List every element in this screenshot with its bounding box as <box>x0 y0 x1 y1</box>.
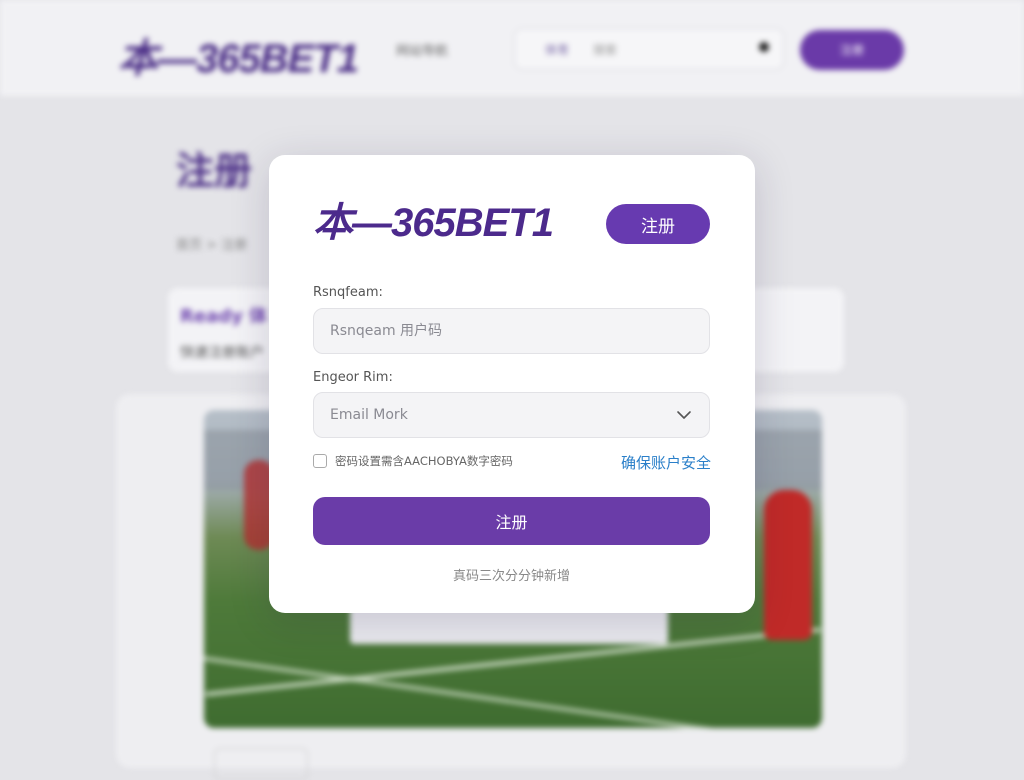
password-hint-row: 密码设置需含AACHOBYA数字密码 <box>313 453 513 469</box>
modal-register-tab-button[interactable]: 注册 <box>606 204 710 244</box>
background-card-title: Ready 体 <box>180 306 268 327</box>
password-hint-checkbox[interactable] <box>313 454 327 468</box>
username-label: Rsnqfeam: <box>313 285 383 300</box>
photo-pitch-line <box>204 654 822 728</box>
email-select-value: Email Mork <box>330 407 408 423</box>
email-select[interactable]: Email Mork <box>313 392 710 438</box>
background-logo: 本—365BET1 <box>118 37 359 81</box>
photo-player <box>764 490 812 640</box>
background-nav-text: 网站导航 <box>396 44 449 59</box>
search-icon <box>759 42 769 52</box>
background-search-placeholder: 搜索 <box>593 43 618 57</box>
modal-logo: 本—365BET1 <box>313 201 554 245</box>
register-modal: 本—365BET1 注册 Rsnqfeam: Engeor Rim: Email… <box>269 155 755 613</box>
background-bottom-tab <box>214 748 308 780</box>
background-register-button: 注册 <box>800 30 904 70</box>
background-card-subtitle: 快速注册账户 <box>180 345 264 361</box>
background-breadcrumb: 首页 > 注册 <box>176 238 248 253</box>
background-page-heading: 注册 <box>176 149 253 193</box>
secure-account-link[interactable]: 确保账户安全 <box>621 452 711 473</box>
username-input[interactable] <box>313 308 710 354</box>
submit-register-button[interactable]: 注册 <box>313 497 710 545</box>
email-label: Engeor Rim: <box>313 370 393 385</box>
chevron-down-icon <box>677 411 691 419</box>
background-search-prefix: 体育 <box>545 43 570 57</box>
password-hint-text: 密码设置需含AACHOBYA数字密码 <box>335 454 513 468</box>
modal-footer-note: 真码三次分分钟新增 <box>452 569 570 584</box>
background-search-bar: 体育 搜索 <box>514 28 784 70</box>
